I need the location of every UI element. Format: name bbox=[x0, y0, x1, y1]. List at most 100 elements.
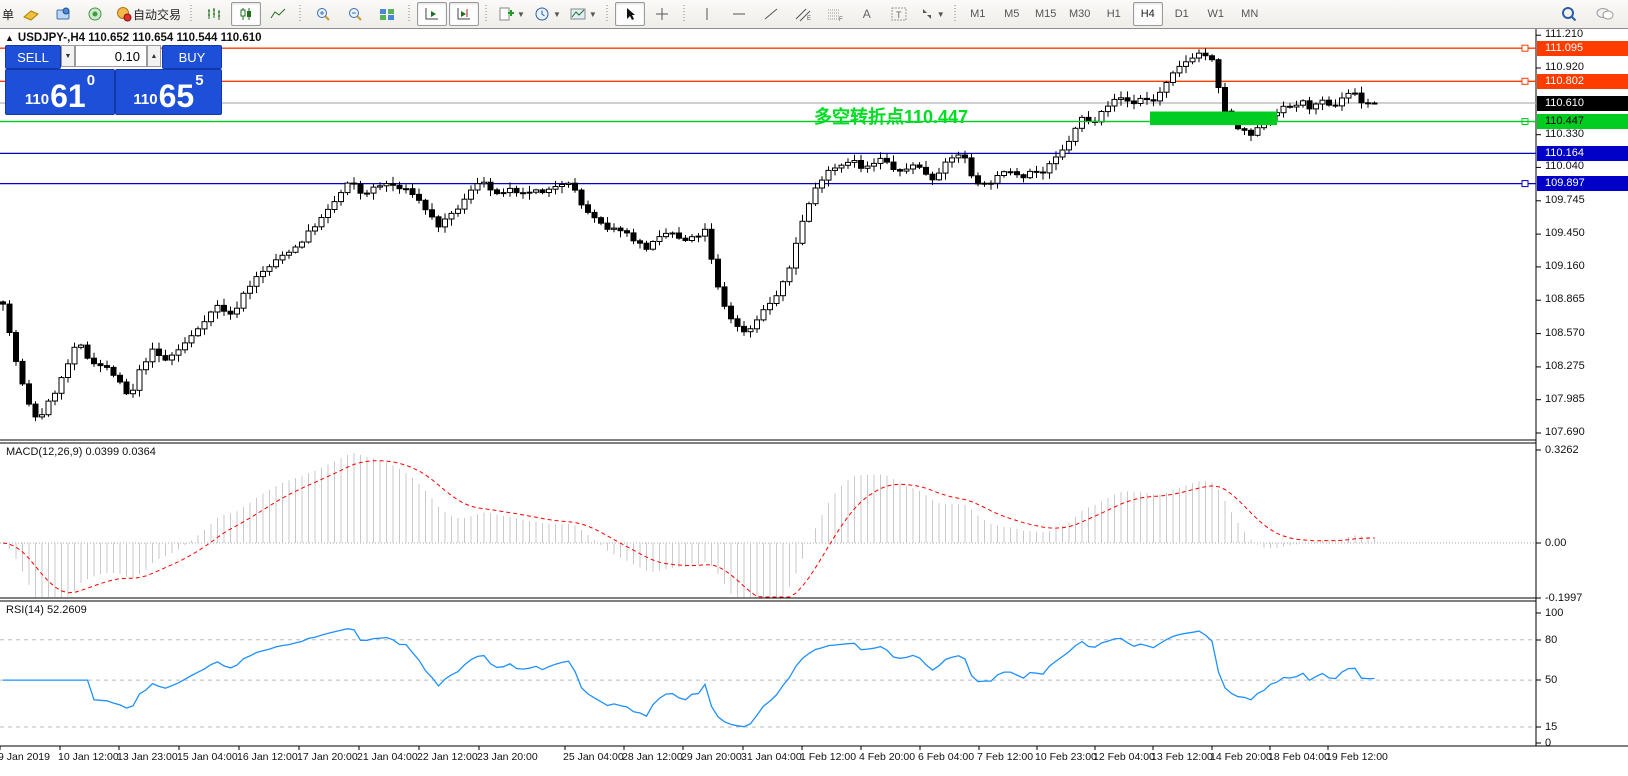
time-axis-label: 15 Jan 04:00 bbox=[177, 751, 238, 763]
timeframe-m30[interactable]: M30 bbox=[1065, 2, 1095, 26]
timeframe-h4[interactable]: H4 bbox=[1133, 2, 1163, 26]
time-axis-label: 17 Jan 20:00 bbox=[297, 751, 358, 763]
price-tick-label: 107.985 bbox=[1545, 393, 1585, 405]
time-axis-label: 25 Jan 04:00 bbox=[563, 751, 624, 763]
price-badge: 110.610 bbox=[1537, 96, 1628, 111]
volume-input[interactable] bbox=[75, 45, 147, 67]
rsi-line bbox=[3, 629, 1375, 727]
volume-down-button[interactable]: ▼ bbox=[61, 45, 75, 67]
vline-icon[interactable] bbox=[692, 2, 722, 26]
chevron-down-icon: ▼ bbox=[589, 10, 597, 19]
toolbar-grip bbox=[682, 5, 687, 23]
search-icon[interactable] bbox=[1554, 2, 1584, 26]
contacts-icon[interactable] bbox=[48, 2, 78, 26]
zoom-out-icon[interactable] bbox=[340, 2, 370, 26]
candle-chart-icon[interactable] bbox=[231, 2, 261, 26]
toolbar-grip bbox=[953, 5, 958, 23]
macd-histogram bbox=[3, 453, 1375, 597]
pivot-annotation[interactable]: 多空转折点110.447 bbox=[814, 103, 968, 129]
buy-price-pip: 5 bbox=[195, 72, 203, 89]
fibo-icon[interactable]: F bbox=[820, 2, 850, 26]
buy-button[interactable]: BUY bbox=[162, 45, 222, 69]
time-axis-label: 14 Feb 20:00 bbox=[1210, 751, 1272, 763]
arrows-icon[interactable]: ▼ bbox=[916, 2, 948, 26]
channel-icon[interactable]: E bbox=[788, 2, 818, 26]
timeframe-m5[interactable]: M5 bbox=[997, 2, 1027, 26]
time-axis-label: 16 Jan 12:00 bbox=[237, 751, 298, 763]
timeframe-h1[interactable]: H1 bbox=[1099, 2, 1129, 26]
crosshair-icon[interactable] bbox=[647, 2, 677, 26]
price-lines[interactable] bbox=[0, 45, 1536, 186]
svg-text:T: T bbox=[896, 10, 902, 20]
cursor-icon[interactable] bbox=[615, 2, 645, 26]
timeframe-w1[interactable]: W1 bbox=[1201, 2, 1231, 26]
timeframe-m1[interactable]: M1 bbox=[963, 2, 993, 26]
time-axis-label: 18 Feb 04:00 bbox=[1268, 751, 1330, 763]
rsi-scale-label: 100 bbox=[1545, 607, 1563, 619]
time-axis-label: 10 Jan 12:00 bbox=[58, 751, 119, 763]
price-badge: 111.095 bbox=[1537, 41, 1628, 56]
macd-scale-label: -0.1997 bbox=[1545, 592, 1582, 604]
time-axis-label: 31 Jan 04:00 bbox=[741, 751, 802, 763]
indicators-icon[interactable]: ▼ bbox=[494, 2, 528, 26]
time-axis-label: 29 Jan 20:00 bbox=[681, 751, 742, 763]
bar-chart-icon[interactable] bbox=[199, 2, 229, 26]
signal-icon[interactable] bbox=[80, 2, 110, 26]
hline-icon[interactable] bbox=[724, 2, 754, 26]
rsi-label: RSI(14) 52.2609 bbox=[6, 604, 87, 616]
buy-price-button[interactable]: 110 65 5 bbox=[115, 69, 222, 115]
price-tick-label: 108.570 bbox=[1545, 327, 1585, 339]
time-axis-label: 23 Jan 20:00 bbox=[477, 751, 538, 763]
chat-icon[interactable] bbox=[1590, 2, 1620, 26]
shift-chart-icon[interactable] bbox=[417, 2, 447, 26]
label-icon[interactable]: T bbox=[884, 2, 914, 26]
price-tick-label: 107.690 bbox=[1545, 426, 1585, 438]
timeframe-mn[interactable]: MN bbox=[1235, 2, 1265, 26]
line-chart-icon[interactable] bbox=[263, 2, 293, 26]
time-axis-label: 19 Feb 12:00 bbox=[1326, 751, 1388, 763]
periods-icon[interactable]: ▼ bbox=[530, 2, 564, 26]
new-order-button[interactable]: 单 bbox=[2, 6, 14, 23]
rsi-scale-label: 15 bbox=[1545, 721, 1557, 733]
notebook-icon[interactable] bbox=[16, 2, 46, 26]
time-axis-label: 1 Feb 12:00 bbox=[800, 751, 856, 763]
price-tick-label: 110.920 bbox=[1545, 61, 1584, 73]
text-icon[interactable]: A bbox=[852, 2, 882, 26]
tile-windows-icon[interactable] bbox=[372, 2, 402, 26]
price-tick-label: 110.040 bbox=[1545, 160, 1584, 172]
sell-price-button[interactable]: 110 61 0 bbox=[5, 69, 115, 115]
timeframe-toolbar: M1M5M15M30H1H4D1W1MN bbox=[963, 2, 1265, 26]
sell-button[interactable]: SELL bbox=[5, 45, 61, 69]
chevron-down-icon: ▼ bbox=[937, 10, 945, 19]
autotrade-button[interactable]: 自动交易 bbox=[112, 2, 184, 26]
price-tick-label: 110.330 bbox=[1545, 128, 1584, 140]
price-tick-label: 109.160 bbox=[1545, 260, 1585, 272]
chevron-down-icon: ▼ bbox=[517, 10, 525, 19]
price-tick-label: 108.275 bbox=[1545, 360, 1585, 372]
time-axis-label: 4 Feb 20:00 bbox=[859, 751, 915, 763]
top-toolbar: 单 自动交易 ▼ ▼ ▼ E F A T ▼ M1M bbox=[0, 0, 1628, 29]
time-axis-label: 28 Jan 12:00 bbox=[622, 751, 683, 763]
trendline-icon[interactable] bbox=[756, 2, 786, 26]
timeframe-d1[interactable]: D1 bbox=[1167, 2, 1197, 26]
toolbar-grip bbox=[407, 5, 412, 23]
timeframe-m15[interactable]: M15 bbox=[1031, 2, 1061, 26]
templates-icon[interactable]: ▼ bbox=[566, 2, 600, 26]
price-badge: 109.897 bbox=[1537, 176, 1628, 191]
rsi-scale-label: 50 bbox=[1545, 674, 1557, 686]
chart-title: ▲USDJPY-,H4 110.652 110.654 110.544 110.… bbox=[5, 32, 262, 44]
shift-end-icon[interactable] bbox=[449, 2, 479, 26]
pivot-zone[interactable] bbox=[1150, 112, 1277, 126]
time-axis-label: 21 Jan 04:00 bbox=[357, 751, 418, 763]
volume-up-button[interactable]: ▲ bbox=[147, 45, 161, 67]
time-axis-label: 10 Feb 23:00 bbox=[1035, 751, 1097, 763]
macd-signal-line bbox=[3, 461, 1375, 597]
price-badge: 110.164 bbox=[1537, 146, 1628, 161]
mt4-window: 单 自动交易 ▼ ▼ ▼ E F A T ▼ M1M bbox=[0, 0, 1628, 776]
time-axis-label: 12 Feb 04:00 bbox=[1093, 751, 1155, 763]
sell-price-prefix: 110 bbox=[25, 91, 49, 108]
zoom-in-icon[interactable] bbox=[308, 2, 338, 26]
time-axis-label: 13 Feb 12:00 bbox=[1151, 751, 1213, 763]
time-axis-label: 9 Jan 2019 bbox=[0, 751, 50, 763]
toolbar-grip bbox=[484, 5, 489, 23]
